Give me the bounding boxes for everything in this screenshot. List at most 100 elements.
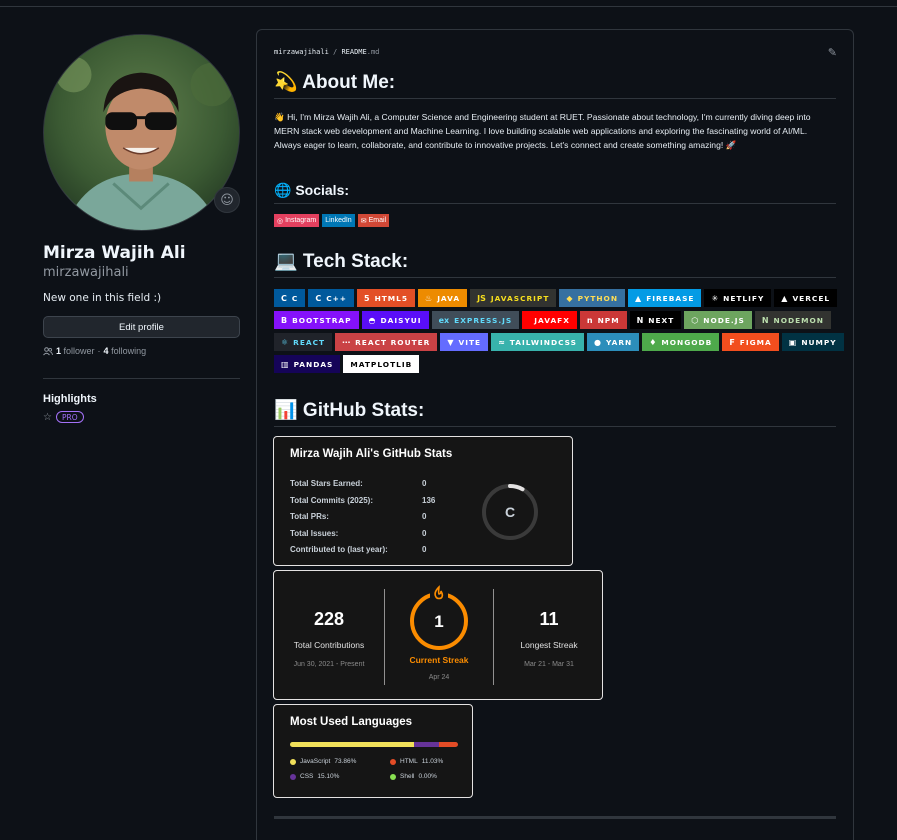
top-languages-card[interactable]: Most Used Languages JavaScript 73.86% HTML…	[273, 704, 473, 798]
tech-badge-numpy[interactable]: ▣ NUMPY	[781, 333, 844, 351]
c-icon: C	[281, 293, 287, 303]
social-badge-label: Email	[368, 217, 387, 224]
longest-streak-label: Longest Streak	[520, 640, 578, 650]
stats-heading: 📊 GitHub Stats:	[274, 398, 836, 427]
tech-badge-vite[interactable]: ▼ VITE	[440, 333, 489, 351]
tech-badge-mongodb[interactable]: ♦ MONGODB	[642, 333, 720, 351]
html5-icon: 5	[364, 293, 370, 303]
followers-link[interactable]: 1 follower	[56, 346, 95, 356]
mongodb-icon: ♦	[649, 337, 657, 347]
tech-badge-label: TAILWINDCSS	[509, 337, 577, 347]
tech-badge-c[interactable]: CC	[274, 289, 306, 307]
tech-badge-javascript[interactable]: JS JAVASCRIPT	[470, 289, 557, 307]
tech-badge-netlify[interactable]: ✳ NETLIFY	[704, 289, 772, 307]
netlify-icon: ✳	[711, 293, 719, 303]
firebase-icon: ▲	[635, 293, 642, 303]
dot-separator: ·	[97, 346, 101, 356]
social-badge-linkedin[interactable]: LinkedIn	[322, 214, 355, 227]
set-status-button[interactable]: ☺	[214, 187, 240, 213]
tech-badge-label: MATPLOTLIB	[350, 359, 413, 369]
path-file: README	[341, 48, 367, 56]
following-link[interactable]: 4 following	[104, 346, 147, 356]
social-badge-label: LinkedIn	[325, 217, 352, 224]
path-slash: /	[333, 48, 338, 56]
language-legend-item: HTML 11.03%	[390, 758, 443, 765]
total-contrib-label: Total Contributions	[293, 640, 365, 650]
tech-badge-npm[interactable]: n NPM	[579, 311, 627, 329]
language-percent: 15.10%	[317, 773, 340, 780]
profile-bio: New one in this field :)	[43, 292, 162, 304]
edit-profile-button[interactable]: Edit profile	[43, 316, 240, 338]
language-legend-item: JavaScript 73.86%	[290, 758, 356, 765]
numpy-icon: ▣	[788, 337, 797, 347]
tech-badge-label: REACT ROUTER	[355, 337, 431, 347]
pro-badge[interactable]: PRO	[55, 411, 84, 423]
react-router-icon: ⋯	[342, 337, 351, 347]
tech-badge-html5[interactable]: 5 HTML5	[357, 289, 416, 307]
tech-badge-matplotlib[interactable]: MATPLOTLIB	[343, 355, 420, 373]
tech-badge-vercel[interactable]: ▲ VERCEL	[774, 289, 838, 307]
nextjs-icon: N	[636, 315, 644, 325]
language-percent: 11.03%	[421, 758, 444, 765]
stat-value: 0	[422, 545, 427, 554]
language-legend-item: Shell 0.00%	[390, 773, 437, 780]
tech-badge-label: NUMPY	[801, 337, 837, 347]
tech-badge-daisyui[interactable]: ◓ DAISYUI	[361, 311, 429, 329]
language-percent: 73.86%	[334, 758, 357, 765]
current-streak-ring: 1	[410, 585, 468, 650]
total-contrib-range: Jun 30, 2021 - Present	[293, 661, 365, 668]
tech-badge-python[interactable]: ◆ PYTHON	[559, 289, 626, 307]
tech-badge-label: NODEMON	[773, 315, 824, 325]
edit-readme-button[interactable]: ✎	[828, 46, 837, 59]
tech-badge-label: YARN	[605, 337, 633, 347]
social-badge-email[interactable]: ✉ Email	[357, 214, 390, 227]
star-icon: ☆	[43, 411, 52, 423]
tech-badge-yarn[interactable]: ● YARN	[586, 333, 640, 351]
tech-badge-label: JAVA	[437, 293, 461, 303]
tech-badges: C C C C++ 5 HTML5 ♨ JAVA JS JAVASCRIPT ◆ PYTHON ▲ FIR…	[274, 289, 844, 373]
tech-badge-react[interactable]: ⚛ REACT	[274, 333, 333, 351]
tech-badge-nodemon[interactable]: N NODEMON	[754, 311, 831, 329]
languages-bar	[290, 742, 458, 747]
language-bar-segment	[414, 742, 440, 747]
tech-badge-label: NETLIFY	[723, 293, 765, 303]
python-icon: ◆	[566, 293, 573, 303]
sidebar-divider	[43, 378, 240, 379]
tech-badge-firebase[interactable]: ▲ FIREBASE	[628, 289, 702, 307]
tech-badge-node-js[interactable]: ⬡ NODE.JS	[684, 311, 752, 329]
tech-badge-label: VITE	[458, 337, 482, 347]
longest-streak-value: 11	[539, 609, 559, 629]
react-icon: ⚛	[281, 337, 289, 347]
social-badge-instagram[interactable]: ◎ Instagram	[274, 214, 320, 227]
tech-badge-react-router[interactable]: ⋯ REACT ROUTER	[335, 333, 438, 351]
stats-card-title: Mirza Wajih Ali's GitHub Stats	[290, 448, 453, 460]
avatar[interactable]	[43, 34, 240, 231]
stat-value: 0	[422, 479, 427, 488]
tech-badge-bootstrap[interactable]: B BOOTSTRAP	[274, 311, 359, 329]
tech-badge-tailwindcss[interactable]: ≈ TAILWINDCSS	[491, 333, 584, 351]
yarn-icon: ●	[593, 337, 601, 347]
tech-badge-next[interactable]: N NEXT	[629, 311, 682, 329]
tech-badge-label: JAVASCRIPT	[490, 293, 550, 303]
tech-badge-javafx[interactable]: JAVAFX	[522, 311, 577, 329]
current-streak-col: Current Streak Apr 24	[384, 655, 494, 681]
vite-icon: ▼	[447, 337, 454, 347]
language-legend-item: CSS 15.10%	[290, 773, 339, 780]
tech-badge-figma[interactable]: F FIGMA	[722, 333, 779, 351]
java-icon: ♨	[425, 293, 433, 303]
tech-badge-label: MONGODB	[661, 337, 713, 347]
tech-badge-java[interactable]: ♨ JAVA	[418, 289, 468, 307]
social-badge-label: Instagram	[285, 217, 317, 224]
following-count: 4	[103, 346, 109, 356]
profile-login: mirzawajihali	[43, 265, 129, 280]
tech-badge-c-[interactable]: C C++	[308, 289, 354, 307]
github-stats-card[interactable]: Mirza Wajih Ali's GitHub Stats Total Sta…	[273, 436, 573, 566]
path-user[interactable]: mirzawajihali	[274, 48, 329, 56]
tech-badge-express-js[interactable]: ex EXPRESS.JS	[431, 311, 520, 329]
tech-badge-pandas[interactable]: ▥ PANDAS	[274, 355, 341, 373]
tech-badge-label: NPM	[597, 315, 620, 325]
stat-label: Total Stars Earned:	[290, 479, 363, 488]
figma-icon: F	[729, 337, 735, 347]
streak-card[interactable]: 228 Total Contributions Jun 30, 2021 - P…	[273, 570, 603, 700]
tech-badge-label: C++	[326, 293, 347, 303]
